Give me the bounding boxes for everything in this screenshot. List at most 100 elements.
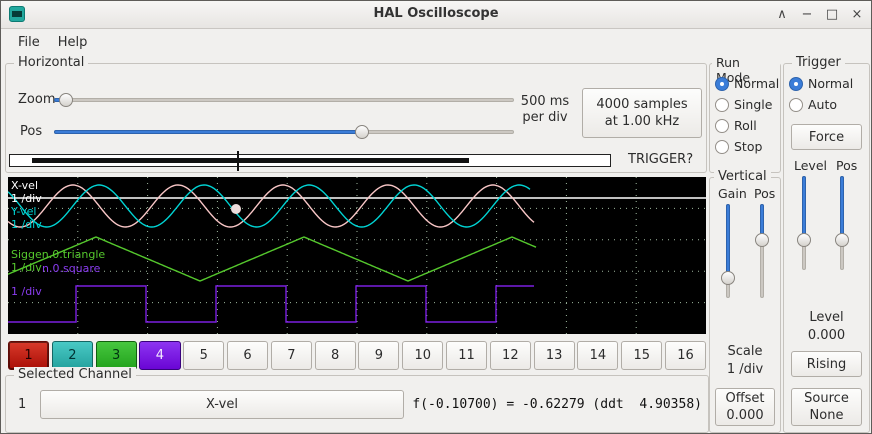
channel-button-2[interactable]: 2 <box>52 341 93 370</box>
scope-channel-label: 1 /div <box>11 192 42 205</box>
radio-icon <box>715 77 729 91</box>
channel-button-13[interactable]: 13 <box>534 341 575 370</box>
channel-button-5[interactable]: 5 <box>183 341 224 370</box>
radio-label: Stop <box>734 139 762 154</box>
trigger-question-label: TRIGGER? <box>628 152 693 168</box>
zoom-label: Zoom <box>18 92 55 108</box>
channel-button-4[interactable]: 4 <box>139 341 180 370</box>
time-per-div: 500 ms per div <box>512 94 578 126</box>
radio-icon <box>715 140 729 154</box>
gain-label: Gain <box>718 186 747 202</box>
slider-handle[interactable] <box>835 233 849 247</box>
menu-file[interactable]: File <box>9 32 49 53</box>
radio-icon <box>715 119 729 133</box>
scope-svg: X-vel1 /divY-vel1 /divSiggen.0.triangle1… <box>8 177 706 334</box>
menu-help[interactable]: Help <box>49 32 97 53</box>
trigger-level-label: Level <box>794 158 827 174</box>
run-mode-stop[interactable]: Stop <box>710 136 780 157</box>
run-mode-group: Run Mode NormalSingleRollStop <box>709 63 781 173</box>
vertical-legend: Vertical <box>714 169 771 184</box>
slider-handle[interactable] <box>59 93 73 107</box>
vertical-gain-slider[interactable] <box>720 204 736 298</box>
close-button[interactable]: × <box>849 7 865 22</box>
channel-button-1[interactable]: 1 <box>8 341 49 370</box>
run-mode-single[interactable]: Single <box>710 94 780 115</box>
slider-fill <box>54 130 362 134</box>
channel-button-3[interactable]: 3 <box>96 341 137 370</box>
window-title: HAL Oscilloscope <box>1 6 871 21</box>
level-value: 0.000 <box>784 328 869 344</box>
pos-slider[interactable] <box>54 124 514 140</box>
selected-channel-legend: Selected Channel <box>14 367 136 382</box>
horizontal-legend: Horizontal <box>14 55 88 70</box>
offset-line1: Offset <box>725 390 764 407</box>
window-controls: ∧ − □ × <box>774 1 865 28</box>
source-line2: None <box>810 407 844 424</box>
vertical-pos-slider[interactable] <box>754 204 770 298</box>
channel-name-button[interactable]: X-vel <box>40 390 404 419</box>
channel-button-9[interactable]: 9 <box>358 341 399 370</box>
scope-display: X-vel1 /divY-vel1 /divSiggen.0.triangle1… <box>8 177 706 334</box>
rising-button[interactable]: Rising <box>791 351 862 377</box>
trigger-pos-label: Pos <box>836 158 857 174</box>
vertical-pos-label: Pos <box>754 186 775 202</box>
zoom-slider[interactable] <box>54 92 514 108</box>
radio-icon <box>789 98 803 112</box>
trigger-pos-slider[interactable] <box>834 176 850 270</box>
channel-button-14[interactable]: 14 <box>577 341 618 370</box>
slider-handle[interactable] <box>755 233 769 247</box>
trace-siggen-square <box>8 286 534 322</box>
slider-handle[interactable] <box>721 271 735 285</box>
channel-button-7[interactable]: 7 <box>271 341 312 370</box>
radio-icon <box>715 98 729 112</box>
trigger-group: Trigger NormalAuto Force Level Pos Level… <box>783 63 870 433</box>
offset-button[interactable]: Offset 0.000 <box>715 388 775 426</box>
radio-icon <box>789 77 803 91</box>
title-bar[interactable]: HAL Oscilloscope ∧ − □ × <box>1 1 871 29</box>
source-button[interactable]: Source None <box>791 388 862 426</box>
samples-line1: 4000 samples <box>596 96 687 113</box>
trigger-mode-auto[interactable]: Auto <box>784 94 869 115</box>
slider-handle[interactable] <box>797 233 811 247</box>
channel-button-16[interactable]: 16 <box>665 341 706 370</box>
channel-button-10[interactable]: 10 <box>402 341 443 370</box>
channel-row: 12345678910111213141516 <box>8 341 706 370</box>
slider-trough <box>54 98 514 102</box>
force-label: Force <box>809 129 844 146</box>
radio-label: Auto <box>808 97 837 112</box>
trigger-level-slider[interactable] <box>796 176 812 270</box>
selected-channel-group: Selected Channel 1 X-vel f(-0.10700) = -… <box>5 375 709 433</box>
slider-fill <box>802 176 806 240</box>
channel-button-8[interactable]: 8 <box>315 341 356 370</box>
scale-value: 1 /div <box>710 362 780 378</box>
pos-label: Pos <box>20 124 42 140</box>
minimize-button[interactable]: − <box>799 7 815 22</box>
trigger-mode-normal[interactable]: Normal <box>784 73 869 94</box>
rate-line2: per div <box>512 110 578 126</box>
rising-label: Rising <box>807 356 847 373</box>
channel-button-6[interactable]: 6 <box>227 341 268 370</box>
scope-channel-label: n.0.square <box>42 262 101 275</box>
shade-button[interactable]: ∧ <box>774 7 790 22</box>
level-caption: Level <box>784 310 869 326</box>
force-button[interactable]: Force <box>791 124 862 150</box>
source-line1: Source <box>804 390 849 407</box>
channel-button-11[interactable]: 11 <box>446 341 487 370</box>
record-trigger-marker <box>237 151 239 171</box>
rate-line1: 500 ms <box>512 94 578 110</box>
run-mode-roll[interactable]: Roll <box>710 115 780 136</box>
record-position-bar <box>9 154 611 167</box>
channel-button-15[interactable]: 15 <box>621 341 662 370</box>
channel-button-12[interactable]: 12 <box>490 341 531 370</box>
run-mode-options: Normal Single Roll Stop <box>710 73 780 157</box>
trigger-legend: Trigger <box>792 55 845 70</box>
maximize-button[interactable]: □ <box>824 7 840 22</box>
run-mode-normal[interactable]: Normal <box>710 73 780 94</box>
radio-label: Single <box>734 97 772 112</box>
scope-channel-label: 1 /div <box>11 218 42 231</box>
samples-button[interactable]: 4000 samples at 1.00 kHz <box>582 88 702 138</box>
radio-label: Normal <box>808 76 853 91</box>
menu-bar: File Help <box>1 29 871 55</box>
slider-handle[interactable] <box>355 125 369 139</box>
record-fill <box>32 158 469 163</box>
